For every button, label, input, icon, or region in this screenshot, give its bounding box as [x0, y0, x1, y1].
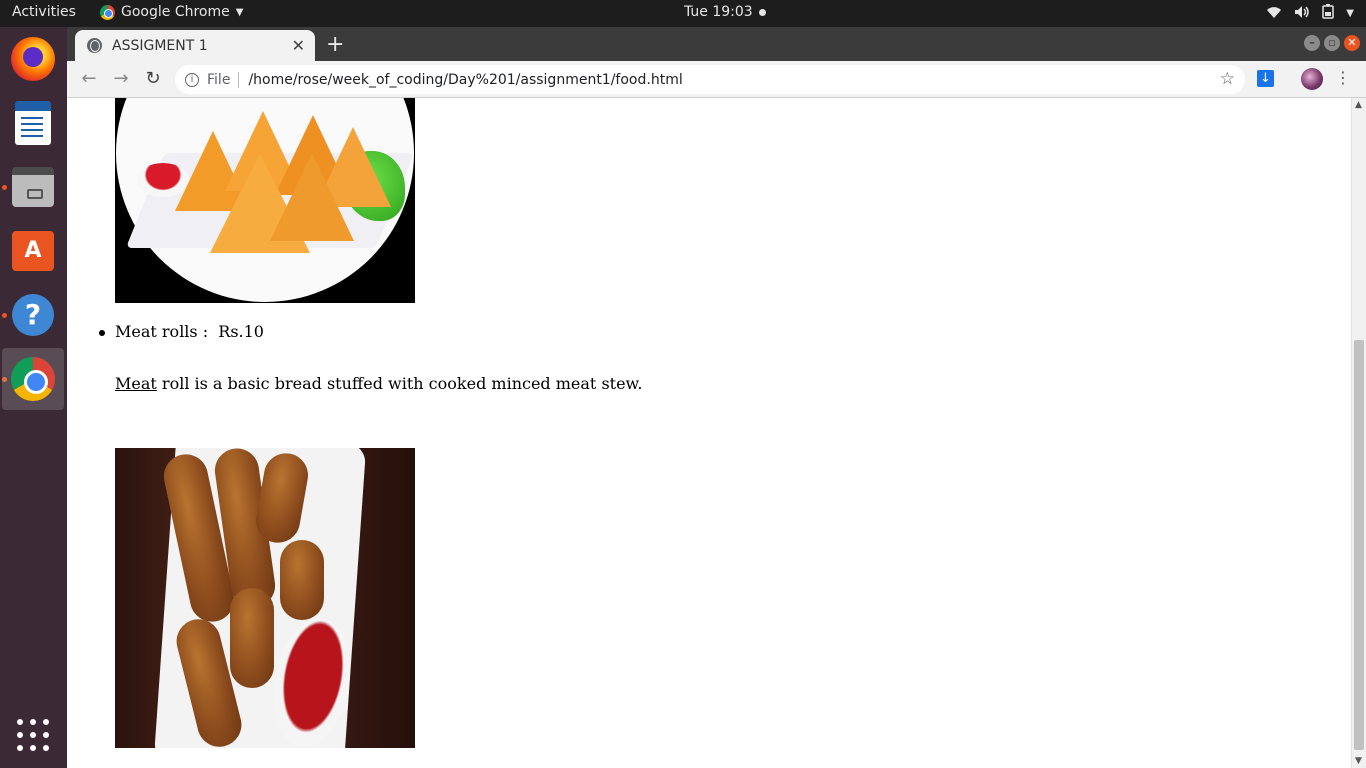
- app-menu-label: Google Chrome: [121, 4, 230, 20]
- page-viewport: Meat rolls : Rs.10 Meat roll is a basic …: [67, 98, 1351, 768]
- bookmark-star-icon[interactable]: ☆: [1220, 69, 1235, 89]
- dock-item-files[interactable]: [2, 156, 64, 218]
- address-bar[interactable]: i File /home/rose/week_of_coding/Day%201…: [175, 65, 1245, 94]
- libreoffice-writer-icon: [15, 101, 51, 145]
- chevron-down-icon: ▼: [1346, 8, 1354, 19]
- new-tab-button[interactable]: +: [326, 32, 344, 57]
- files-icon: [12, 167, 54, 207]
- meat-link[interactable]: Meat: [115, 374, 157, 393]
- dock-item-help[interactable]: ?: [2, 284, 64, 346]
- meat-roll: [230, 588, 274, 688]
- app-menu[interactable]: Google Chrome ▼: [100, 4, 243, 20]
- maximize-icon[interactable]: ▫: [1324, 35, 1340, 51]
- forward-icon[interactable]: →: [109, 67, 133, 91]
- description-paragraph: Meat roll is a basic bread stuffed with …: [115, 374, 642, 393]
- divider: [238, 71, 240, 88]
- download-icon[interactable]: ↓: [1257, 70, 1274, 87]
- help-icon: ?: [12, 294, 54, 336]
- window-controls: – ▫ ✕: [1304, 35, 1360, 51]
- wifi-icon: [1266, 5, 1282, 23]
- scheme-label: File: [207, 71, 231, 88]
- back-icon[interactable]: ←: [77, 67, 101, 91]
- close-tab-icon[interactable]: ✕: [292, 36, 305, 55]
- more-menu-icon[interactable]: ⋮: [1335, 68, 1351, 87]
- clock[interactable]: Tue 19:03: [684, 4, 766, 20]
- browser-toolbar: ← → ↻ i File /home/rose/week_of_coding/D…: [67, 61, 1366, 98]
- firefox-icon: [11, 37, 55, 81]
- close-window-icon[interactable]: ✕: [1344, 35, 1360, 51]
- tab-title: ASSIGMENT 1: [112, 37, 208, 54]
- chrome-icon: [11, 357, 55, 401]
- tab-strip: ASSIGMENT 1 ✕ + – ▫ ✕: [67, 27, 1366, 61]
- system-tray[interactable]: ▼: [1266, 4, 1354, 23]
- samosa-image: [115, 98, 415, 303]
- volume-icon: [1294, 5, 1310, 23]
- meat-rolls-image: [115, 448, 415, 748]
- dock: A ?: [0, 27, 67, 768]
- battery-icon: [1322, 4, 1335, 23]
- reload-icon[interactable]: ↻: [141, 67, 165, 91]
- tab-assignment[interactable]: ASSIGMENT 1 ✕: [75, 30, 315, 61]
- system-top-bar: Activities Google Chrome ▼ Tue 19:03 ▼: [0, 0, 1366, 27]
- chevron-down-icon: ▼: [235, 6, 244, 18]
- clock-label: Tue 19:03: [684, 4, 753, 20]
- url-text[interactable]: /home/rose/week_of_coding/Day%201/assign…: [248, 72, 682, 88]
- dock-item-writer[interactable]: [2, 92, 64, 154]
- software-center-icon: A: [12, 231, 54, 271]
- dock-item-chrome[interactable]: [2, 348, 64, 410]
- paragraph-text: roll is a basic bread stuffed with cooke…: [156, 374, 643, 393]
- dock-item-firefox[interactable]: [2, 28, 64, 90]
- info-icon[interactable]: i: [185, 72, 199, 87]
- show-applications-icon[interactable]: [17, 719, 49, 751]
- chrome-icon: [100, 4, 115, 20]
- scrollbar-thumb[interactable]: [1354, 340, 1364, 750]
- activities-button[interactable]: Activities: [12, 4, 76, 20]
- meat-roll: [280, 540, 324, 620]
- list-item-text: Meat rolls : Rs.10: [115, 322, 264, 341]
- notification-dot-icon: [758, 8, 766, 16]
- globe-icon: [87, 38, 102, 53]
- bullet: [99, 330, 105, 336]
- minimize-icon[interactable]: –: [1304, 35, 1320, 51]
- avatar[interactable]: [1301, 68, 1323, 90]
- dock-item-software[interactable]: A: [2, 220, 64, 282]
- vertical-scrollbar[interactable]: ▲ ▼: [1351, 98, 1366, 768]
- scroll-down-icon[interactable]: ▼: [1355, 756, 1362, 766]
- samosa: [270, 153, 354, 241]
- scroll-up-icon[interactable]: ▲: [1355, 100, 1362, 110]
